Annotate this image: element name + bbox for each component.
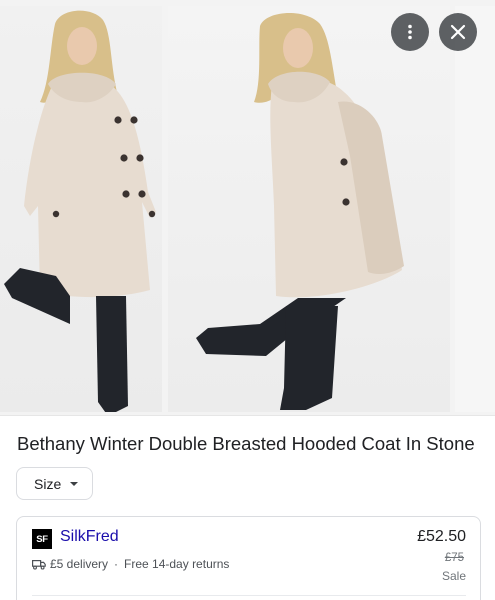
model-front-illustration [4, 10, 156, 412]
size-filter-button[interactable]: Size [16, 467, 94, 500]
product-photo-next[interactable] [455, 6, 495, 412]
size-filter-label: Size [34, 475, 62, 492]
product-title: Bethany Winter Double Breasted Hooded Co… [17, 433, 475, 454]
separator-dot: · [114, 557, 119, 571]
delivery-info: £5 delivery · Free 14-day returns [32, 557, 229, 571]
original-price: £75 [444, 552, 464, 564]
product-image-gallery[interactable] [0, 0, 495, 416]
close-button[interactable] [439, 13, 477, 51]
current-price: £52.50 [417, 528, 466, 545]
seller-offer-card[interactable]: SF SilkFred £5 delivery · Free 14-day re… [16, 516, 481, 600]
product-photo-front[interactable] [0, 6, 162, 412]
seller-logo: SF [32, 529, 52, 549]
seller-name-link[interactable]: SilkFred [60, 528, 119, 546]
returns-policy: Free 14-day returns [124, 557, 230, 571]
delivery-cost: £5 delivery [50, 557, 109, 571]
close-icon [450, 24, 466, 40]
product-photo-side[interactable] [168, 6, 450, 412]
sale-badge: Sale [441, 569, 466, 583]
truck-icon [32, 559, 46, 570]
dropdown-caret-icon [70, 481, 79, 486]
card-divider [32, 595, 466, 596]
more-vert-icon [408, 24, 412, 40]
model-side-illustration [196, 12, 404, 410]
more-options-button[interactable] [391, 13, 429, 51]
